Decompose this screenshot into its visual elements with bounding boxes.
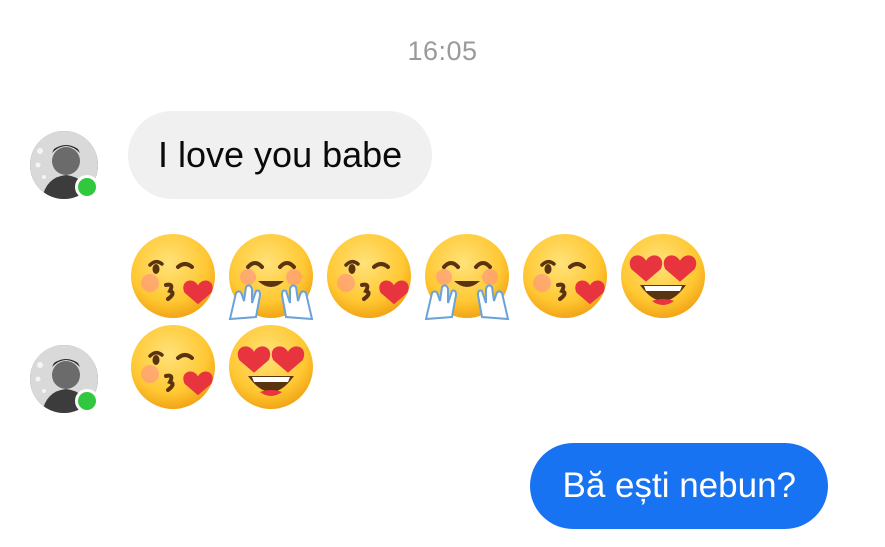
hugging-face-icon [226, 231, 316, 321]
outgoing-message-bubble[interactable]: Bă ești nebun? [530, 443, 828, 529]
kissing-face-with-heart-icon [520, 231, 610, 321]
hugging-face-icon [422, 231, 512, 321]
incoming-message-bubble[interactable]: I love you babe [128, 111, 433, 199]
kissing-face-with-heart-icon [128, 231, 218, 321]
contact-avatar[interactable] [30, 345, 99, 413]
emoji-message-row[interactable] [128, 231, 708, 321]
kissing-face-with-heart-icon [324, 231, 414, 321]
emoji-message-row[interactable] [128, 322, 316, 412]
heart-eyes-face-icon [618, 231, 708, 321]
kissing-face-with-heart-icon [128, 322, 218, 412]
message-timestamp: 16:05 [407, 36, 478, 66]
chat-screen: 16:05 I love you babe Bă ești nebun? [0, 0, 885, 547]
online-status-dot [75, 389, 99, 413]
online-status-dot [75, 175, 99, 199]
contact-avatar[interactable] [30, 131, 99, 199]
heart-eyes-face-icon [226, 322, 316, 412]
